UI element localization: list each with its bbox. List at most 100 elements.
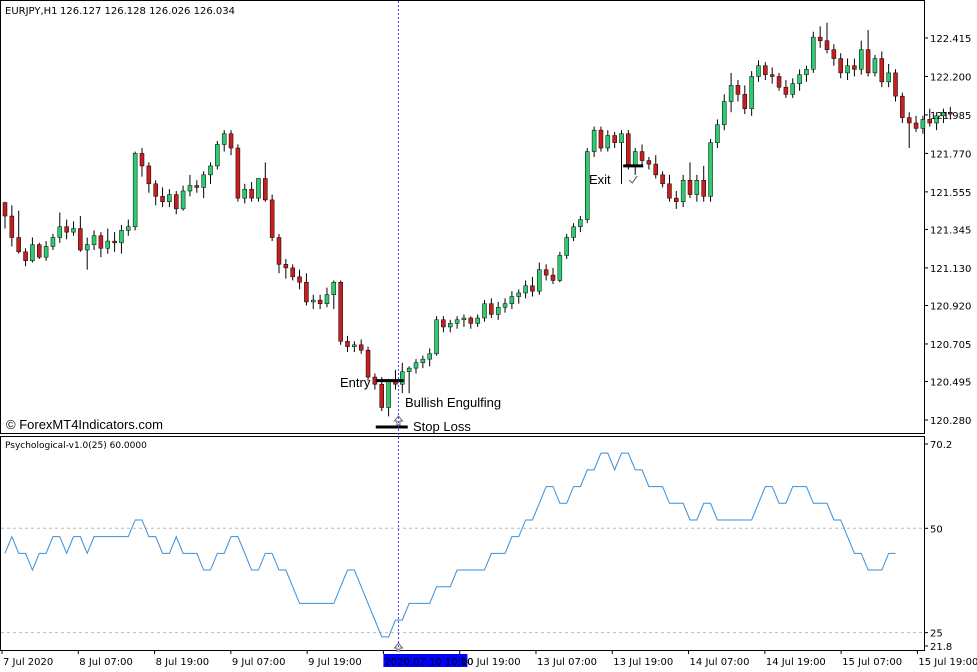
bear-candle-body: [906, 117, 912, 124]
bull-candle-body: [845, 65, 850, 74]
bear-candle-body: [489, 303, 494, 315]
bear-candle-body: [263, 178, 268, 201]
bear-candle-body: [742, 94, 748, 109]
bear-candle-body: [228, 133, 234, 149]
bear-candle-body: [9, 215, 15, 238]
bear-candle-body: [345, 341, 350, 347]
bear-candle-body: [290, 267, 295, 278]
bull-candle-body: [324, 294, 330, 304]
bear-candle-body: [317, 299, 323, 304]
bull-candle-body: [694, 179, 700, 195]
price-tick-label: 120.705: [930, 340, 971, 351]
bull-candle-body: [756, 65, 761, 77]
bear-candle-body: [824, 40, 830, 50]
bull-candle-body: [105, 240, 110, 249]
bull-candle-body: [571, 226, 576, 238]
candle: [235, 144, 241, 202]
bear-candle-body: [674, 197, 679, 202]
bull-candle-body: [523, 285, 528, 294]
bull-candle-body: [872, 58, 878, 74]
time-tick-label: 8 Jul 19:00: [156, 657, 210, 668]
bull-candle-body: [57, 226, 63, 238]
bull-candle-body: [708, 142, 713, 197]
price-tick-label: 121.555: [930, 188, 971, 199]
bear-candle-body: [639, 151, 645, 161]
bull-candle-body: [400, 371, 405, 385]
bear-candle-body: [646, 160, 652, 165]
time-tick-label: 15 Jul 07:00: [842, 657, 902, 668]
bear-candle-body: [98, 235, 104, 249]
bear-candle-body: [879, 58, 885, 83]
bull-candle-body: [920, 119, 926, 129]
bull-candle-body: [43, 246, 49, 258]
bull-candle-body: [886, 72, 891, 83]
time-tick-label: 14 Jul 07:00: [690, 657, 750, 668]
bull-candle-body: [180, 190, 186, 210]
candle: [557, 251, 563, 283]
bull-candle-body: [557, 255, 563, 281]
price-tick-label: 120.920: [930, 301, 971, 312]
bull-candle-body: [482, 303, 487, 319]
bear-candle-body: [358, 344, 364, 351]
bull-candle-body: [591, 129, 597, 152]
time-tick-label: 15 Jul 19:00: [918, 657, 977, 668]
bull-candle-body: [722, 101, 727, 126]
candle: [269, 194, 275, 242]
bull-candle-body: [434, 319, 439, 355]
bull-candle-body: [448, 323, 453, 328]
bull-candle-body: [386, 380, 391, 408]
bull-candle-body: [797, 74, 802, 84]
bear-candle-body: [852, 65, 857, 70]
watermark: © ForexMT4Indicators.com: [6, 417, 163, 432]
bear-candle-body: [626, 133, 631, 167]
bull-candle-body: [516, 292, 521, 297]
candle: [708, 139, 713, 202]
time-tick-label: 9 Jul 19:00: [308, 657, 362, 668]
bear-candle-body: [249, 188, 254, 199]
bear-candle-body: [893, 72, 898, 97]
bull-candle-body: [187, 185, 193, 192]
bear-candle-body: [146, 165, 152, 185]
bull-candle-body: [632, 151, 638, 167]
bear-candle-body: [783, 86, 789, 95]
bull-candle-body: [454, 319, 460, 324]
bear-candle-body: [23, 251, 28, 262]
bull-candle-body: [91, 235, 97, 245]
bear-candle-body: [817, 36, 823, 41]
bear-candle-body: [612, 135, 617, 143]
bull-candle-body: [413, 362, 419, 369]
candle: [215, 140, 220, 170]
bullish-engulfing-label: Bullish Engulfing: [405, 395, 501, 410]
bear-candle-body: [913, 122, 919, 129]
bear-candle-body: [297, 276, 302, 283]
bear-candle-body: [687, 179, 693, 195]
bull-candle-body: [71, 228, 76, 233]
candle: [564, 233, 569, 259]
bear-candle-body: [37, 244, 42, 258]
bull-candle-body: [578, 219, 583, 228]
bear-candle-body: [153, 183, 158, 197]
chart-background: [0, 0, 977, 672]
bear-candle-body: [701, 179, 706, 197]
mt4-chart[interactable]: 122.415 122.200 121.985 121.770 121.555 121.3…: [0, 0, 977, 672]
bull-candle-body: [605, 135, 611, 149]
bull-candle-body: [427, 353, 432, 360]
bear-candle-body: [769, 74, 775, 77]
bull-candle-body: [256, 178, 261, 199]
bear-candle-body: [276, 237, 282, 265]
bull-candle-body: [619, 133, 624, 143]
bull-candle-body: [208, 165, 213, 176]
symbol-label: EURJPY,H1: [5, 6, 58, 17]
bull-candle-body: [537, 269, 542, 292]
bull-candle-body: [215, 144, 220, 167]
price-tick-label: 120.280: [930, 416, 971, 427]
bear-candle-body: [900, 95, 905, 118]
level-tick-label: 25: [930, 629, 943, 640]
bull-candle-body: [126, 226, 131, 231]
price-tick-label: 121.345: [930, 225, 971, 236]
bear-candle-body: [139, 153, 145, 167]
bear-candle-body: [441, 319, 446, 328]
time-tick-label: 7 Jul 2020: [3, 657, 53, 668]
bull-candle-body: [502, 303, 508, 308]
bull-candle-body: [790, 83, 795, 95]
